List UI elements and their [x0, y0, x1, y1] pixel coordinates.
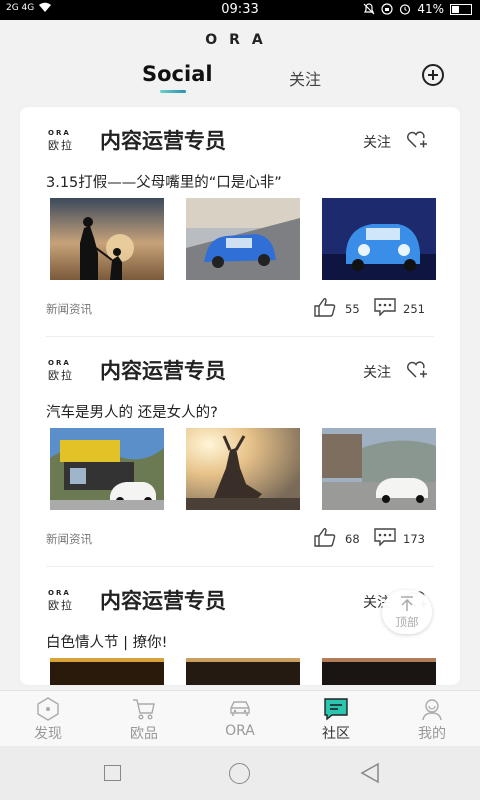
bottom-nav: 发现 欧品 ORA 社区 我的: [0, 690, 480, 746]
nav-ora[interactable]: ORA: [192, 691, 288, 747]
home-button[interactable]: [229, 763, 250, 784]
post-title[interactable]: 3.15打假——父母嘴里的“口是心非”: [46, 171, 282, 192]
brand-avatar: ORA 欧拉: [48, 359, 74, 382]
alarm-icon: [400, 4, 411, 15]
battery-icon: [450, 3, 472, 15]
brand-avatar: ORA 欧拉: [48, 129, 74, 152]
back-to-top-button[interactable]: 顶部: [382, 590, 432, 634]
thumbnail-image[interactable]: [50, 198, 164, 280]
follow-button[interactable]: 关注: [363, 362, 391, 382]
thumbnail-image[interactable]: [322, 198, 436, 280]
feed-post[interactable]: ORA 欧拉 内容运营专员 关注 3.15打假——父母嘴里的“口是心非” 新闻资…: [20, 107, 460, 337]
post-category: 新闻资讯: [46, 532, 92, 546]
cart-icon: [133, 699, 155, 720]
comment-icon[interactable]: [374, 298, 396, 316]
post-images[interactable]: [50, 658, 436, 685]
tab-social[interactable]: Social: [142, 62, 213, 86]
arrow-up-icon: [401, 596, 413, 611]
nav-shop[interactable]: 欧品: [96, 691, 192, 747]
thumbs-up-icon[interactable]: [314, 527, 336, 547]
thumbnail-image[interactable]: [50, 428, 164, 510]
app-header: ORA Social 关注: [0, 20, 480, 100]
post-title[interactable]: 汽车是男人的 还是女人的?: [46, 401, 218, 422]
car-icon: [230, 701, 250, 716]
comment-count: 251: [403, 302, 425, 316]
system-nav-bar: [0, 746, 480, 800]
thumbnail-image[interactable]: [186, 658, 300, 685]
nav-community[interactable]: 社区: [288, 691, 384, 747]
thumbnail-image[interactable]: [50, 658, 164, 685]
author-name[interactable]: 内容运营专员: [100, 355, 226, 385]
status-bar: 2G 4G 09:33 41%: [0, 0, 480, 20]
battery-percent: 41%: [417, 2, 444, 16]
feed-post[interactable]: ORA 欧拉 内容运营专员 关注 汽车是男人的 还是女人的? 新闻资讯 68 1…: [20, 337, 460, 567]
rotation-lock-icon: [381, 3, 393, 15]
community-icon: [324, 698, 348, 721]
comment-icon[interactable]: [374, 528, 396, 546]
author-name[interactable]: 内容运营专员: [100, 585, 226, 615]
nav-profile[interactable]: 我的: [384, 691, 480, 747]
post-images[interactable]: [50, 428, 436, 512]
recents-button[interactable]: [104, 765, 121, 781]
status-right: 41%: [363, 2, 472, 16]
discover-icon: [37, 697, 59, 721]
thumbnail-image[interactable]: [322, 428, 436, 510]
nav-discover[interactable]: 发现: [0, 691, 96, 747]
tab-indicator: [160, 90, 186, 93]
thumbnail-image[interactable]: [186, 428, 300, 510]
post-category: 新闻资讯: [46, 302, 92, 316]
ora-logo: ORA: [205, 32, 275, 48]
brand-avatar: ORA 欧拉: [48, 589, 74, 612]
tab-follow[interactable]: 关注: [289, 66, 321, 90]
like-count: 68: [345, 532, 360, 546]
author-name[interactable]: 内容运营专员: [100, 125, 226, 155]
back-to-top-label: 顶部: [395, 615, 419, 629]
post-images[interactable]: [50, 198, 436, 282]
profile-icon: [422, 699, 442, 721]
thumbnail-image[interactable]: [186, 198, 300, 280]
post-title[interactable]: 白色情人节 | 撩你!: [46, 631, 167, 652]
post-header: ORA 欧拉 内容运营专员 关注: [20, 107, 460, 157]
follow-button[interactable]: 关注: [363, 132, 391, 152]
add-post-button[interactable]: [422, 64, 444, 86]
back-button[interactable]: [358, 761, 382, 785]
comment-count: 173: [403, 532, 425, 546]
heart-plus-icon[interactable]: [406, 361, 428, 379]
mute-icon: [363, 3, 375, 15]
like-count: 55: [345, 302, 360, 316]
thumbnail-image[interactable]: [322, 658, 436, 685]
heart-plus-icon[interactable]: [406, 131, 428, 149]
post-header: ORA 欧拉 内容运营专员 关注: [20, 337, 460, 387]
thumbs-up-icon[interactable]: [314, 297, 336, 317]
